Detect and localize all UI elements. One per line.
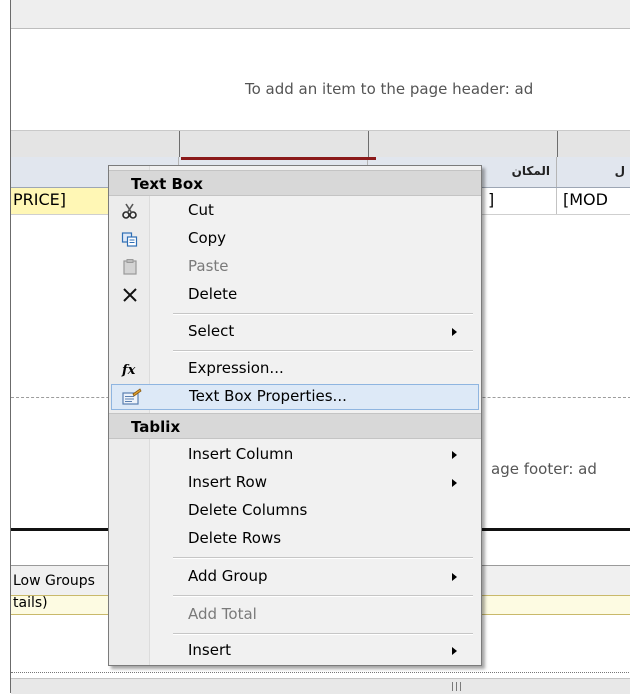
menu-separator [173,557,473,559]
menu-item-label: Select [188,322,235,340]
row-groups-label: Low Groups [13,573,95,589]
menu-item-expression[interactable]: fx Expression... [109,356,481,382]
page-header-hint: To add an item to the page header: ad [245,80,534,98]
menu-section-tablix: Tablix [109,413,481,439]
context-menu: Text Box Cut Copy Paste Delete Select fx… [108,165,482,666]
section-label: Text Box [131,175,203,193]
menu-item-delete-rows[interactable]: Delete Rows [109,526,481,552]
column-handle-divider[interactable] [368,131,369,157]
report-designer-window: To add an item to the page header: ad ال… [0,0,630,694]
horizontal-scrollbar[interactable]: ||| [11,678,630,694]
menu-item-label: Delete Columns [188,501,308,519]
function-icon-glyph: fx [121,363,136,378]
menu-item-label: Paste [188,257,229,275]
tablix-column-handles[interactable] [11,130,630,158]
menu-item-text-box-properties[interactable]: Text Box Properties... [111,384,479,410]
menu-item-label: Insert [188,641,232,659]
paste-icon [121,258,139,276]
submenu-arrow-icon [452,647,457,655]
pane-divider [11,672,630,673]
details-group-label: tails) [13,595,48,611]
close-icon [121,286,139,304]
menu-item-add-total[interactable]: Add Total [109,602,481,628]
menu-item-label: Add Group [188,567,268,585]
menu-separator [173,633,473,635]
menu-item-delete-columns[interactable]: Delete Columns [109,498,481,524]
menu-item-paste[interactable]: Paste [109,254,481,280]
menu-separator [173,350,473,352]
menu-item-label: Delete [188,285,238,303]
menu-item-insert[interactable]: Insert [109,638,481,664]
properties-icon [122,388,142,406]
function-icon: fx [121,360,139,378]
scrollbar-grip-icon[interactable]: ||| [451,682,463,692]
designer-top-strip [11,0,630,29]
copy-icon [121,230,139,248]
header-cell-last[interactable]: ل [557,157,630,187]
section-label: Tablix [131,418,181,436]
menu-item-label: Add Total [188,605,257,623]
menu-item-insert-row[interactable]: Insert Row [109,470,481,496]
submenu-arrow-icon [452,573,457,581]
menu-item-label: Expression... [188,359,284,377]
menu-item-select[interactable]: Select [109,319,481,345]
data-cell-model[interactable]: [MOD [557,188,630,214]
column-handle-divider[interactable] [557,131,558,157]
menu-item-label: Cut [188,201,214,219]
scissors-icon [121,202,139,220]
menu-section-text-box: Text Box [109,170,481,196]
menu-item-label: Insert Column [188,445,294,463]
page-footer-hint: age footer: ad [491,460,597,478]
menu-item-insert-column[interactable]: Insert Column [109,442,481,468]
menu-item-copy[interactable]: Copy [109,226,481,252]
menu-separator [173,595,473,597]
selected-cell-indicator [181,157,376,160]
menu-separator [173,313,473,315]
menu-item-delete[interactable]: Delete [109,282,481,308]
menu-item-label: Text Box Properties... [189,387,347,405]
submenu-arrow-icon [452,451,457,459]
menu-item-label: Insert Row [188,473,267,491]
menu-item-label: Delete Rows [188,529,282,547]
menu-item-label: Copy [188,229,227,247]
menu-item-cut[interactable]: Cut [109,198,481,224]
submenu-arrow-icon [452,328,457,336]
submenu-arrow-icon [452,479,457,487]
menu-item-add-group[interactable]: Add Group [109,564,481,590]
column-handle-divider[interactable] [179,131,180,157]
